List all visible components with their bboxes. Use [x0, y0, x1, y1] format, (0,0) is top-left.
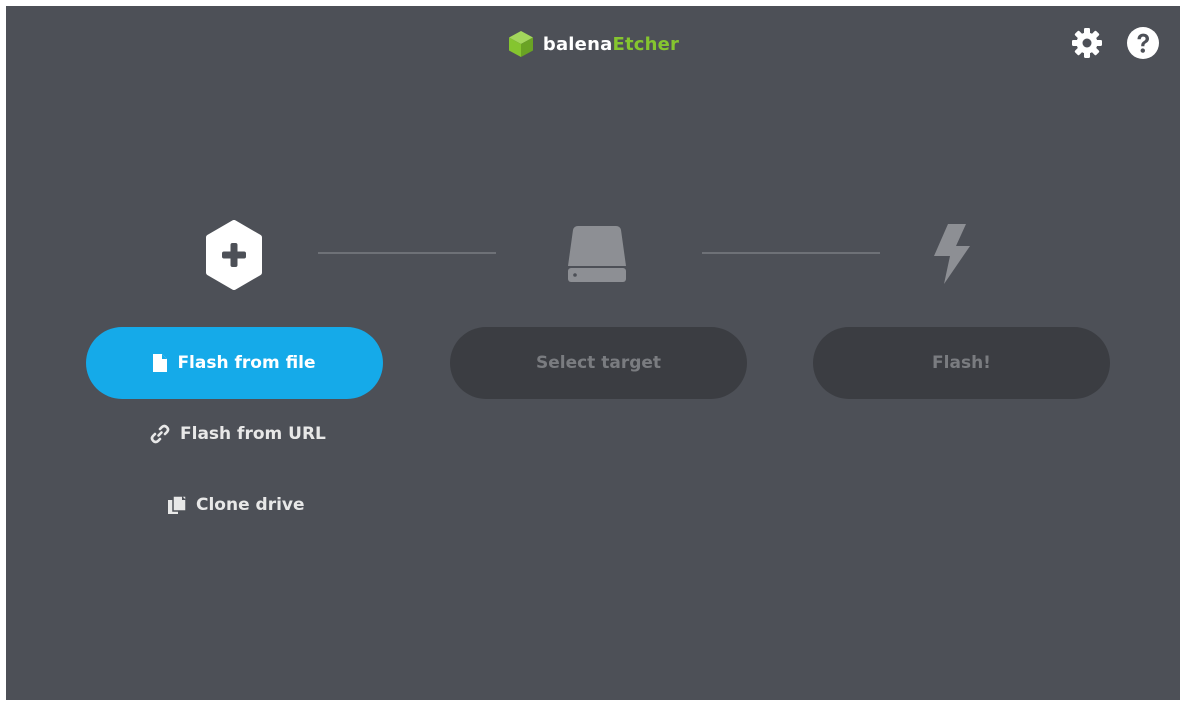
- app-logo: balenaEtcher: [6, 30, 1180, 58]
- select-target-button[interactable]: Select target: [450, 327, 747, 399]
- plus-hexagon-icon: [206, 220, 262, 290]
- lightning-bolt-icon: [934, 224, 970, 284]
- brand-name: balenaEtcher: [543, 34, 679, 55]
- help-button[interactable]: [1126, 26, 1160, 60]
- flash-label: Flash!: [932, 353, 991, 373]
- balena-cube-icon: [508, 31, 533, 57]
- step-flash-icon: [926, 220, 974, 286]
- brand-name-part2: Etcher: [612, 33, 680, 55]
- flash-from-file-label: Flash from file: [177, 353, 316, 373]
- file-icon: [153, 354, 168, 372]
- settings-button[interactable]: [1070, 26, 1104, 60]
- gear-icon: [1072, 28, 1102, 58]
- clone-drive-label: Clone drive: [196, 495, 305, 515]
- step-connector: [318, 252, 496, 254]
- step-source-icon: [203, 220, 265, 290]
- drive-icon: [568, 226, 626, 282]
- header-actions: [1070, 26, 1160, 60]
- etcher-window: balenaEtcher Flash from file Select targ…: [6, 6, 1180, 700]
- step-connector: [702, 252, 880, 254]
- copy-icon: [168, 496, 186, 514]
- link-icon: [150, 424, 170, 444]
- flash-from-file-button[interactable]: Flash from file: [86, 327, 383, 399]
- question-circle-icon: [1127, 27, 1159, 59]
- clone-drive-link[interactable]: Clone drive: [168, 495, 305, 515]
- step-target-icon: [564, 220, 630, 286]
- flash-from-url-label: Flash from URL: [180, 424, 326, 444]
- select-target-label: Select target: [535, 353, 662, 373]
- brand-name-part1: balena: [542, 33, 613, 55]
- flash-button[interactable]: Flash!: [813, 327, 1110, 399]
- flash-from-url-link[interactable]: Flash from URL: [150, 424, 326, 444]
